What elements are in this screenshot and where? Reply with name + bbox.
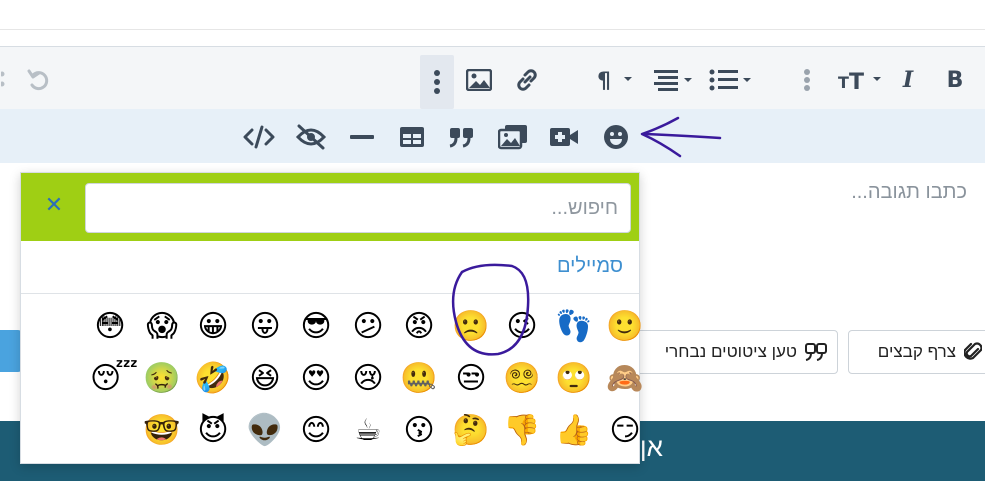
emoji-picker-header: ✕ xyxy=(21,173,639,241)
emoji-item[interactable]: 🤔 xyxy=(451,411,491,451)
video-plus-icon xyxy=(550,128,578,146)
divider xyxy=(21,293,639,294)
load-quotes-button[interactable]: טען ציטוטים נבחרי xyxy=(626,330,838,374)
overflow-dots-icon xyxy=(0,65,8,95)
emoji-item[interactable]: 😗 xyxy=(399,411,439,451)
svg-text:¶: ¶ xyxy=(597,69,611,93)
emoji-item[interactable]: 😒 xyxy=(451,359,491,399)
list-button[interactable] xyxy=(708,65,754,95)
emoji-item[interactable]: 😕 xyxy=(348,307,388,347)
editor-page: B I T T ¶ כתבו תגובה... צרף קבצים טען צי… xyxy=(0,0,985,496)
minus-icon xyxy=(350,135,374,139)
undo-icon xyxy=(27,69,49,91)
quote-icon xyxy=(805,343,827,361)
emoji-search-input[interactable] xyxy=(85,183,631,233)
eye-slash-icon xyxy=(295,124,327,150)
emoji-item[interactable]: 😡 xyxy=(399,307,439,347)
emoji-item[interactable]: 🤣 xyxy=(193,359,233,399)
emoji-item[interactable]: 😀 xyxy=(193,307,233,347)
emoji-item[interactable]: 👎 xyxy=(502,411,542,451)
load-quotes-label: טען ציטוטים נבחרי xyxy=(664,342,797,361)
bold-button[interactable]: B xyxy=(940,65,970,95)
emoji-item[interactable]: ☕ xyxy=(348,411,388,451)
vertical-dots-icon xyxy=(804,69,810,91)
emoji-item[interactable]: 🙂 xyxy=(605,307,645,347)
font-size-icon: T T xyxy=(838,70,881,93)
emoji-button[interactable] xyxy=(600,121,632,153)
top-strip xyxy=(0,0,985,30)
emoji-item[interactable]: 🙈 xyxy=(605,359,645,399)
attach-files-label: צרף קבצים xyxy=(877,342,956,361)
close-icon[interactable]: ✕ xyxy=(41,193,67,219)
video-button[interactable] xyxy=(548,121,580,153)
image-icon xyxy=(466,69,492,91)
horizontal-line-button[interactable] xyxy=(346,121,378,153)
align-button[interactable] xyxy=(652,65,696,95)
emoji-item[interactable]: 😵‍💫 xyxy=(502,359,542,399)
toolbar-row-2 xyxy=(0,109,985,163)
vertical-dots-icon xyxy=(434,70,440,94)
emoji-item[interactable]: 😈 xyxy=(193,411,233,451)
emoji-item[interactable]: 😛 xyxy=(245,307,285,347)
emoji-item[interactable]: 🤐 xyxy=(399,359,439,399)
svg-text:T: T xyxy=(849,70,864,93)
undo-button[interactable] xyxy=(24,65,54,95)
align-icon xyxy=(654,70,692,91)
emoji-item[interactable]: 👣 xyxy=(554,307,594,347)
image-button[interactable] xyxy=(464,65,494,95)
emoji-item[interactable]: 😆 xyxy=(245,359,285,399)
smiley-icon xyxy=(604,125,628,149)
emoji-picker-popup: ✕ סמיילים 🙂 👣 😉 🙁 😡 😕 😎 😛 😀 😱 😳 🙈 🙄 😵‍💫 … xyxy=(20,172,644,464)
editor-placeholder[interactable]: כתבו תגובה... xyxy=(851,181,967,204)
media-icon xyxy=(498,125,527,150)
paperclip-icon xyxy=(964,341,982,363)
side-tab-button[interactable] xyxy=(0,330,22,372)
emoji-item[interactable]: 😳 xyxy=(90,307,130,347)
paragraph-button[interactable]: ¶ xyxy=(596,65,638,95)
table-icon xyxy=(400,127,424,147)
emoji-item[interactable]: 🤓 xyxy=(142,411,182,451)
emoji-item[interactable]: 🤢 xyxy=(142,359,182,399)
emoji-item[interactable]: 😢 xyxy=(348,359,388,399)
table-button[interactable] xyxy=(396,121,428,153)
italic-button[interactable]: I xyxy=(894,65,922,95)
emoji-item[interactable]: 👽 xyxy=(245,411,285,451)
media-button[interactable] xyxy=(496,121,530,153)
code-icon xyxy=(243,125,275,149)
more-options-button[interactable] xyxy=(420,55,454,109)
emoji-item[interactable]: 🙁 xyxy=(451,307,491,347)
more-text-options-button[interactable] xyxy=(798,65,816,95)
quote-icon xyxy=(449,128,473,148)
paragraph-icon: ¶ xyxy=(597,69,632,93)
emoji-item[interactable]: 😱 xyxy=(142,307,182,347)
emoji-item[interactable]: 😴 xyxy=(90,359,138,399)
emoji-item[interactable]: 😊 xyxy=(296,411,336,451)
link-icon xyxy=(517,69,537,91)
attach-files-button[interactable]: צרף קבצים xyxy=(848,330,985,374)
font-size-button[interactable]: T T xyxy=(838,65,884,95)
emoji-item[interactable]: 😉 xyxy=(502,307,542,347)
emoji-item[interactable]: 😎 xyxy=(296,307,336,347)
list-icon xyxy=(709,69,751,91)
quote-button[interactable] xyxy=(446,121,478,153)
emoji-item[interactable]: 😏 xyxy=(605,411,645,451)
toolbar-row-1: B I T T ¶ xyxy=(0,47,985,109)
link-button[interactable] xyxy=(512,65,542,95)
emoji-item[interactable]: 😍 xyxy=(296,359,336,399)
emoji-item[interactable]: 🙄 xyxy=(554,359,594,399)
emoji-item[interactable]: 👍 xyxy=(554,411,594,451)
emoji-category-label[interactable]: סמיילים xyxy=(557,255,623,278)
code-button[interactable] xyxy=(242,121,276,153)
svg-text:T: T xyxy=(838,73,849,92)
spoiler-button[interactable] xyxy=(294,121,328,153)
